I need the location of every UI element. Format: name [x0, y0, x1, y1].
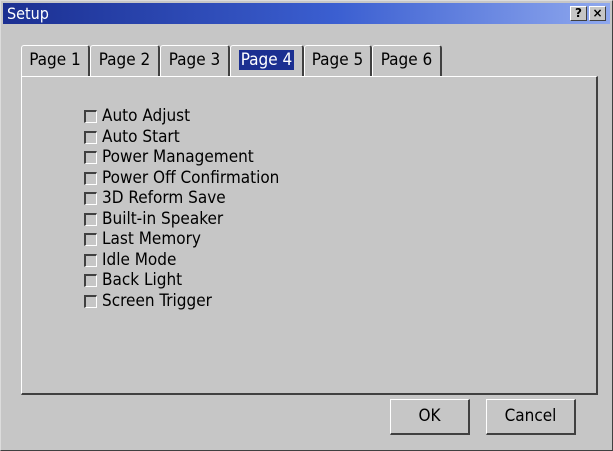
built-in-speaker-checkbox[interactable] [84, 212, 97, 226]
window-title: Setup [7, 4, 49, 23]
tab-page-4[interactable]: Page 4 [230, 45, 304, 76]
tab-page-5[interactable]: Page 5 [304, 45, 372, 76]
option-label[interactable]: Back Light [102, 270, 182, 290]
back-light-checkbox[interactable] [84, 274, 97, 287]
title-bar[interactable]: Setup ? × [3, 3, 610, 24]
option-label[interactable]: Power Off Confirmation [102, 168, 279, 188]
tab-label: Page 2 [98, 50, 151, 70]
help-button[interactable]: ? [570, 6, 587, 21]
tab-label: Page 4 [238, 50, 295, 70]
tab-label: Page 1 [29, 50, 81, 70]
option-label[interactable]: Screen Trigger [102, 291, 212, 311]
auto-adjust-checkbox[interactable] [84, 110, 97, 123]
option-label[interactable]: Auto Start [102, 127, 180, 147]
option-label[interactable]: Last Memory [102, 229, 201, 249]
auto-start-checkbox[interactable] [84, 130, 97, 144]
power-off-confirmation-checkbox[interactable] [84, 171, 97, 185]
tab-label: Page 3 [168, 50, 221, 70]
option-label[interactable]: Power Management [102, 147, 254, 167]
cancel-button[interactable]: Cancel [486, 399, 576, 435]
close-button[interactable]: × [589, 6, 606, 21]
help-icon: ? [575, 6, 582, 20]
ok-button[interactable]: OK [390, 399, 470, 435]
option-label[interactable]: Built-in Speaker [102, 209, 223, 229]
tab-panel: Auto Adjust Auto Start Power Management … [21, 76, 598, 395]
power-management-checkbox[interactable] [84, 151, 97, 164]
tab-page-6[interactable]: Page 6 [372, 45, 442, 76]
tab-label: Page 6 [380, 50, 433, 70]
tab-page-2[interactable]: Page 2 [90, 45, 160, 76]
screen-trigger-checkbox[interactable] [84, 294, 97, 308]
setup-dialog: Setup ? × Page 1 Page 2 Page 3 Page 4 Pa… [0, 0, 613, 451]
option-label[interactable]: Auto Adjust [102, 106, 190, 126]
close-icon: × [592, 6, 603, 20]
idle-mode-checkbox[interactable] [84, 253, 97, 267]
tab-page-3[interactable]: Page 3 [160, 45, 230, 76]
option-label[interactable]: 3D Reform Save [102, 188, 226, 208]
last-memory-checkbox[interactable] [84, 233, 97, 246]
3d-reform-save-checkbox[interactable] [84, 192, 97, 205]
tab-page-1[interactable]: Page 1 [21, 45, 90, 76]
tab-label: Page 5 [311, 50, 364, 70]
option-label[interactable]: Idle Mode [102, 250, 176, 270]
